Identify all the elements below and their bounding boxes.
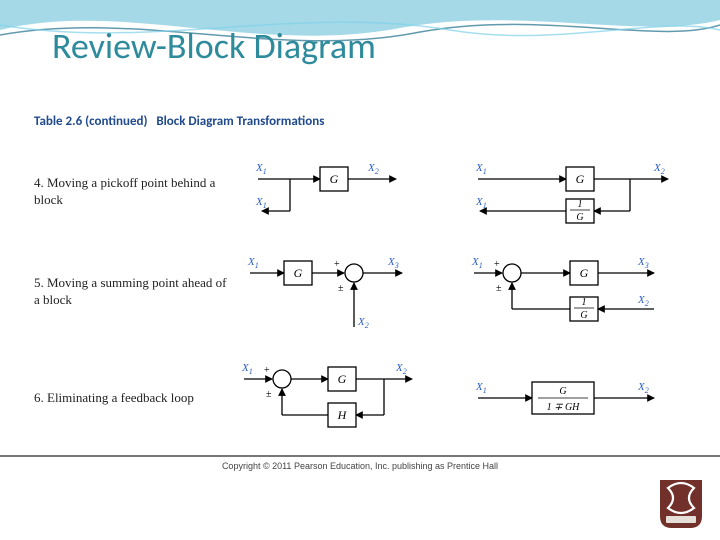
svg-text:G: G — [576, 212, 583, 223]
svg-text:+: + — [264, 365, 270, 376]
table-row: 4. Moving a pickoff point behind a block… — [0, 145, 720, 239]
svg-text:X1: X1 — [475, 196, 487, 210]
svg-text:G: G — [580, 310, 587, 321]
svg-text:1 ∓ GH: 1 ∓ GH — [547, 402, 581, 413]
svg-text:G: G — [576, 172, 585, 186]
svg-text:+: + — [334, 259, 340, 270]
svg-text:±: ± — [338, 283, 344, 294]
svg-text:G: G — [580, 266, 589, 280]
row-description: 6. Eliminating a feedback loop — [34, 390, 228, 407]
svg-text:X2: X2 — [637, 294, 649, 308]
svg-text:X2: X2 — [367, 162, 379, 176]
svg-text:X2: X2 — [357, 316, 369, 330]
table-row: 6. Eliminating a feedback loop X1 + ± G … — [0, 345, 720, 451]
svg-text:G: G — [559, 386, 566, 397]
transformations-table: 4. Moving a pickoff point behind a block… — [0, 145, 720, 471]
svg-text:X1: X1 — [255, 162, 267, 176]
svg-text:X1: X1 — [475, 162, 487, 176]
svg-text:X3: X3 — [637, 256, 649, 270]
copyright-text: Copyright © 2011 Pearson Education, Inc.… — [0, 459, 720, 471]
svg-text:X2: X2 — [395, 362, 407, 376]
svg-text:1: 1 — [582, 297, 587, 308]
svg-text:X1: X1 — [241, 362, 253, 376]
svg-text:X2: X2 — [653, 162, 665, 176]
diagram-4-equivalent: X1 G X2 1 G X1 — [458, 153, 688, 231]
row-description: 5. Moving a summing point ahead of a blo… — [34, 275, 228, 309]
table-caption: Table 2.6 (continued) Block Diagram Tran… — [34, 114, 324, 129]
diagram-5-original: X1 G + ± X3 X2 — [228, 247, 428, 337]
publisher-logo — [660, 480, 702, 528]
diagram-6-equivalent: X1 G 1 ∓ GH X2 — [458, 368, 688, 428]
table-row: 5. Moving a summing point ahead of a blo… — [0, 239, 720, 345]
diagram-4-original: X1 G X2 X1 — [228, 153, 428, 231]
svg-text:H: H — [337, 408, 348, 422]
svg-text:X1: X1 — [247, 256, 259, 270]
diagram-5-equivalent: X1 + ± G X3 1 G X2 — [458, 247, 688, 337]
svg-text:+: + — [494, 259, 500, 270]
row-description: 4. Moving a pickoff point behind a block — [34, 175, 228, 209]
svg-text:X2: X2 — [637, 381, 649, 395]
svg-text:X1: X1 — [255, 196, 267, 210]
svg-text:X3: X3 — [387, 256, 399, 270]
svg-text:±: ± — [496, 283, 502, 294]
divider — [0, 455, 720, 457]
diagram-6-original: X1 + ± G X2 H — [228, 353, 428, 443]
svg-text:X1: X1 — [471, 256, 483, 270]
svg-text:G: G — [330, 172, 339, 186]
svg-text:G: G — [294, 266, 303, 280]
slide-title: Review-Block Diagram — [52, 24, 376, 68]
svg-text:±: ± — [266, 389, 272, 400]
svg-text:G: G — [338, 372, 347, 386]
svg-text:1: 1 — [578, 199, 583, 210]
svg-text:X1: X1 — [475, 381, 487, 395]
